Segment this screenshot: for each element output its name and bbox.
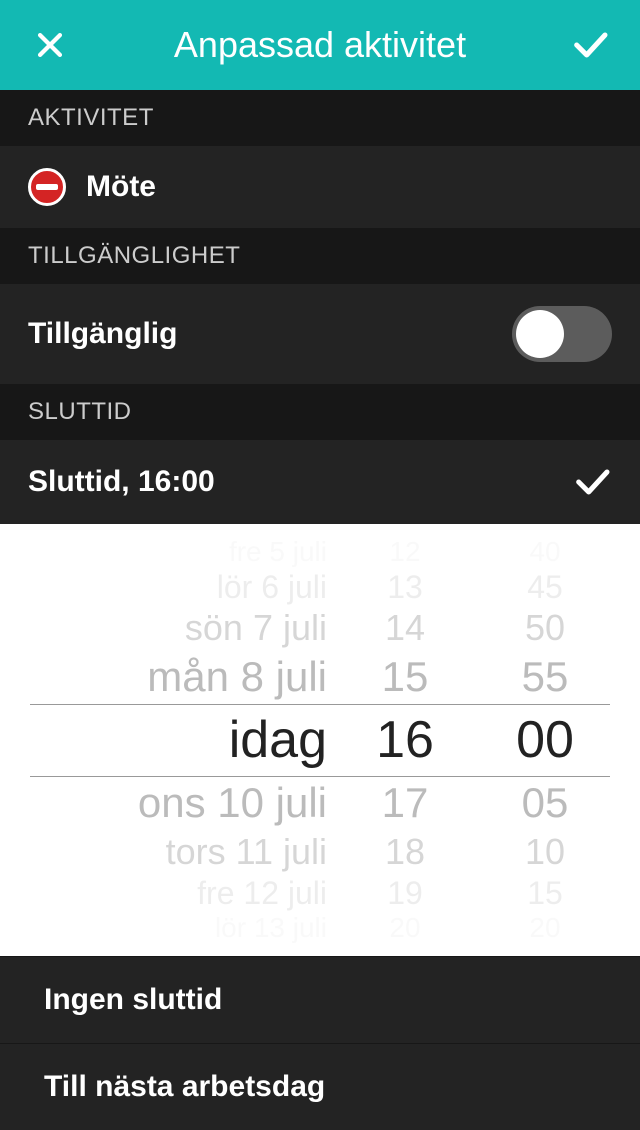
toggle-knob — [516, 310, 564, 358]
picker-hour-column[interactable]: 12 13 14 15 16 17 18 19 20 — [335, 524, 475, 956]
section-header-availability: TILLGÄNGLIGHET — [0, 228, 640, 284]
picker-hour-item: 19 — [387, 874, 423, 912]
picker-min-item: 20 — [529, 912, 560, 944]
picker-min-item: 10 — [525, 830, 565, 874]
picker-min-selected: 00 — [516, 704, 574, 776]
section-header-endtime: SLUTTID — [0, 384, 640, 440]
picker-date-item: mån 8 juli — [25, 650, 335, 704]
availability-row: Tillgänglig — [0, 284, 640, 384]
activity-label: Möte — [86, 170, 156, 204]
picker-hour-item: 20 — [389, 912, 420, 944]
picker-min-item: 15 — [527, 874, 563, 912]
close-icon[interactable] — [30, 25, 70, 65]
confirm-icon[interactable] — [570, 25, 610, 65]
availability-label: Tillgänglig — [28, 317, 177, 351]
picker-min-item: 40 — [529, 536, 560, 568]
picker-hour-item: 15 — [382, 650, 429, 704]
picker-date-item: sön 7 juli — [25, 606, 335, 650]
page-title: Anpassad aktivitet — [70, 24, 570, 66]
picker-min-item: 45 — [527, 568, 563, 606]
picker-min-item: 50 — [525, 606, 565, 650]
picker-date-item: ons 10 juli — [25, 776, 335, 830]
header-bar: Anpassad aktivitet — [0, 0, 640, 90]
picker-date-selected: idag — [25, 704, 335, 776]
picker-date-column[interactable]: fre 5 juli lör 6 juli sön 7 juli mån 8 j… — [25, 524, 335, 956]
availability-toggle[interactable] — [512, 306, 612, 362]
picker-date-item: fre 12 juli — [25, 874, 335, 912]
activity-row[interactable]: Möte — [0, 146, 640, 228]
picker-min-item: 05 — [522, 776, 569, 830]
check-icon — [572, 462, 612, 502]
picker-date-item: fre 5 juli — [25, 536, 335, 568]
picker-hour-item: 13 — [387, 568, 423, 606]
picker-hour-item: 12 — [389, 536, 420, 568]
do-not-disturb-icon — [28, 168, 66, 206]
option-no-endtime[interactable]: Ingen sluttid — [0, 956, 640, 1043]
picker-min-item: 55 — [522, 650, 569, 704]
section-header-activity: AKTIVITET — [0, 90, 640, 146]
picker-date-item: lör 6 juli — [25, 568, 335, 606]
picker-hour-selected: 16 — [376, 704, 434, 776]
endtime-label: Sluttid, 16:00 — [28, 465, 215, 499]
picker-hour-item: 17 — [382, 776, 429, 830]
picker-hour-item: 18 — [385, 830, 425, 874]
picker-minute-column[interactable]: 40 45 50 55 00 05 10 15 20 — [475, 524, 615, 956]
picker-hour-item: 14 — [385, 606, 425, 650]
picker-date-item: tors 11 juli — [25, 830, 335, 874]
endtime-row[interactable]: Sluttid, 16:00 — [0, 440, 640, 524]
datetime-picker[interactable]: fre 5 juli lör 6 juli sön 7 juli mån 8 j… — [0, 524, 640, 956]
option-next-workday[interactable]: Till nästa arbetsdag — [0, 1043, 640, 1130]
picker-date-item: lör 13 juli — [25, 912, 335, 944]
